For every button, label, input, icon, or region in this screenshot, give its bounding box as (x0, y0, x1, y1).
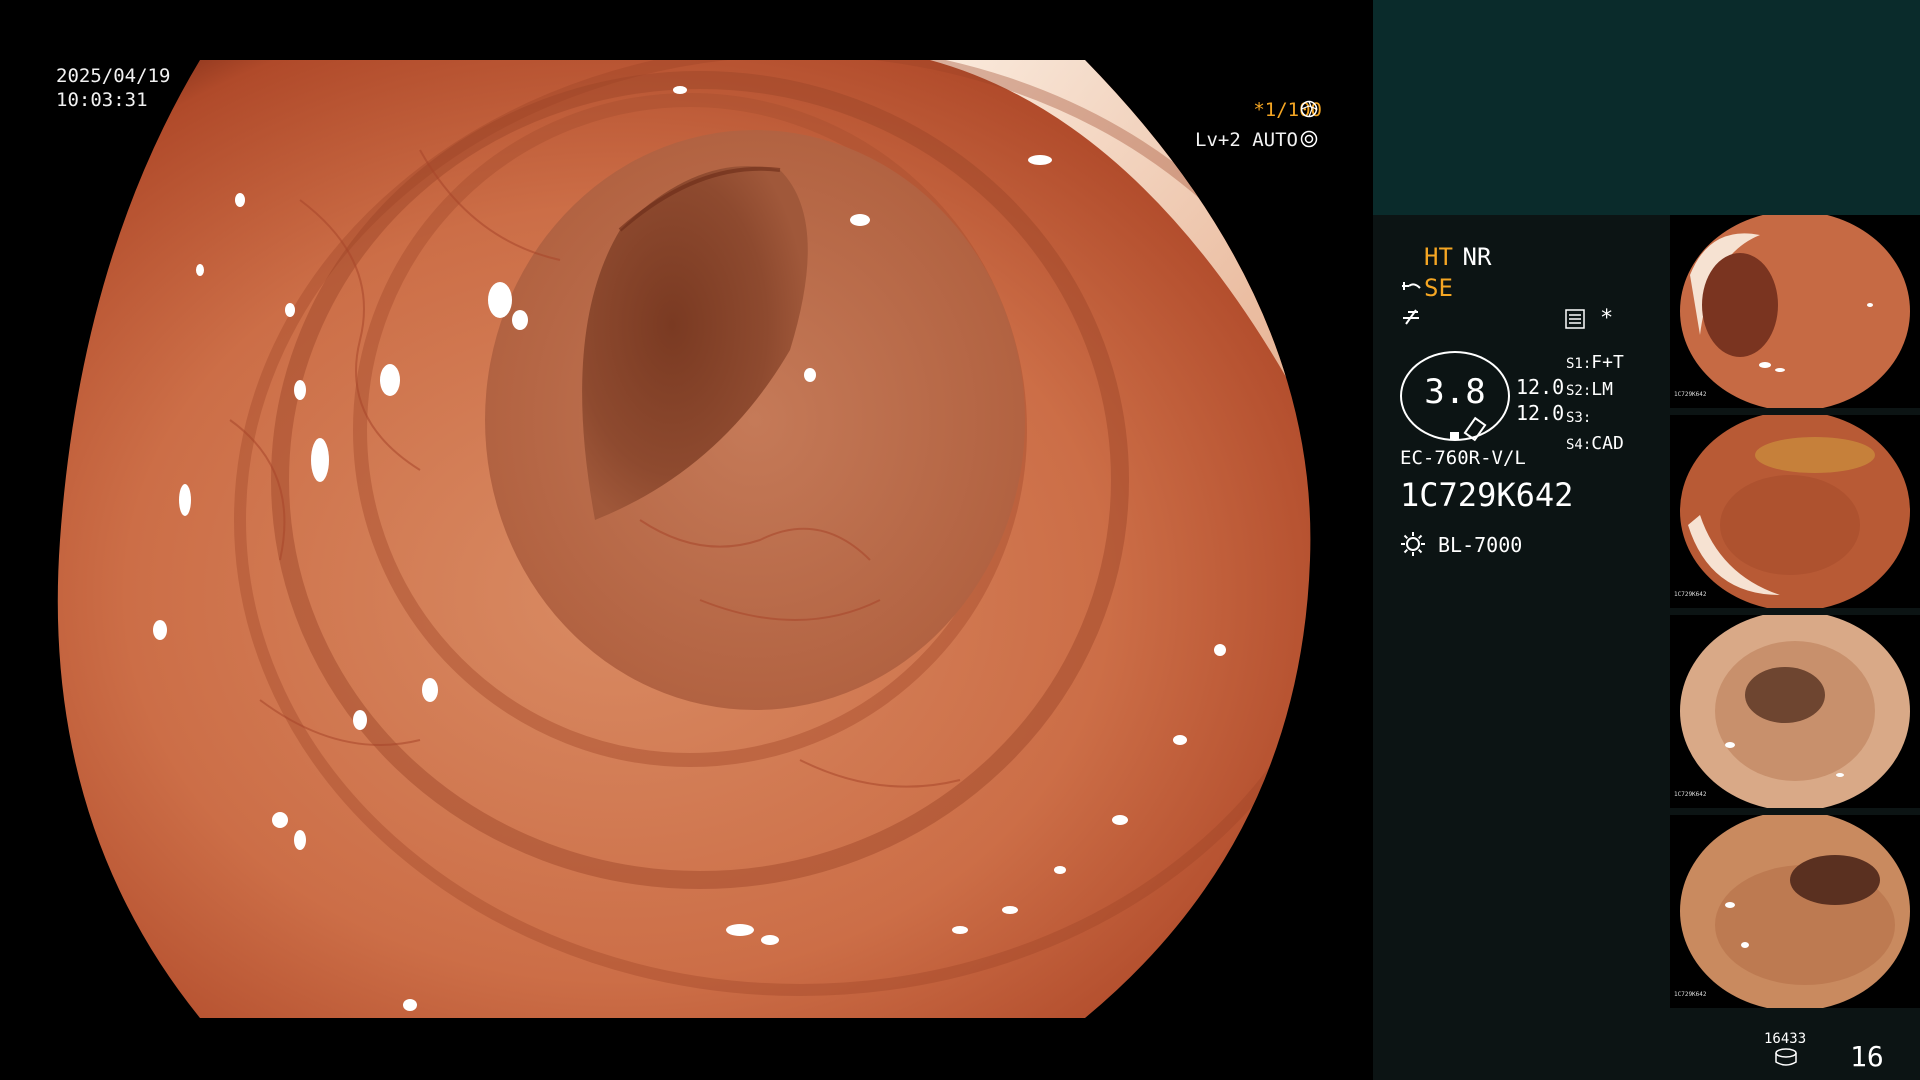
switch-s4: S4:CAD (1566, 431, 1624, 458)
light-icon (1400, 531, 1426, 557)
thumbnail[interactable]: 1C729K642 (1670, 415, 1920, 608)
scope-serial: 1C729K642 (1400, 476, 1574, 514)
mode-nr-label: NR (1462, 243, 1492, 271)
storage-icon (1774, 1048, 1798, 1068)
thumbnail-label: 1C729K642 (1674, 991, 1707, 998)
light-source: BL-7000 (1438, 533, 1523, 557)
date-label: 2025/04/19 (56, 65, 171, 87)
switch-s2: S2:LM (1566, 377, 1624, 404)
thumbnail-label: 1C729K642 (1674, 391, 1707, 398)
switch-s1: S1:F+T (1566, 350, 1624, 377)
switch-s4-key: S4: (1566, 437, 1592, 453)
thumbnail-label: 1C729K642 (1674, 591, 1707, 598)
exposure-label: Lv+2 AUTO (1195, 129, 1298, 151)
switch-s2-key: S2: (1566, 383, 1592, 399)
image-count: 16 (1850, 1040, 1884, 1073)
menu-icon (1565, 309, 1585, 329)
switch-list: S1:F+T S2:LM S3: S4:CAD (1566, 350, 1624, 458)
endoscope-view: 2025/04/19 10:03:31 *1/100 Lv+2 AUTO (0, 0, 1372, 1080)
switch-s3: S3: (1566, 404, 1624, 431)
thumbnail[interactable]: 1C729K642 (1670, 615, 1920, 808)
gauge-value: 3.8 (1424, 372, 1486, 412)
switch-s3-key: S3: (1566, 410, 1592, 426)
waveform-icon (1400, 306, 1422, 328)
time-label: 10:03:31 (56, 89, 148, 111)
scope-model: EC-760R-V/L (1400, 447, 1526, 469)
switch-s4-value: CAD (1591, 433, 1624, 454)
thumbnail[interactable]: 1C729K642 (1670, 815, 1920, 1008)
switch-s2-value: LM (1591, 379, 1613, 400)
auto-exposure-icon (1300, 130, 1318, 148)
side-panel-header (1373, 0, 1920, 215)
asterisk-icon: * (1600, 306, 1614, 331)
aperture-icon (1300, 100, 1318, 118)
storage-count: 16433 (1764, 1031, 1807, 1047)
mode-se-label: SE (1424, 274, 1453, 302)
thumbnail[interactable]: 1C729K642 (1670, 215, 1920, 408)
thumbnail-strip: 1C729K642 1C729K642 1C729K642 1C729K642 (1670, 215, 1920, 1015)
switch-s1-value: F+T (1591, 352, 1624, 373)
thumbnail-label: 1C729K642 (1674, 791, 1707, 798)
colon-image (57, 60, 1311, 1018)
mode-ht: HT NR (1424, 242, 1491, 272)
mode-ht-label: HT (1424, 243, 1453, 271)
scope-icon (1400, 278, 1422, 298)
switch-s1-key: S1: (1566, 356, 1592, 372)
gauge-marker (1450, 432, 1459, 439)
value-2: 12.0 (1516, 401, 1565, 425)
